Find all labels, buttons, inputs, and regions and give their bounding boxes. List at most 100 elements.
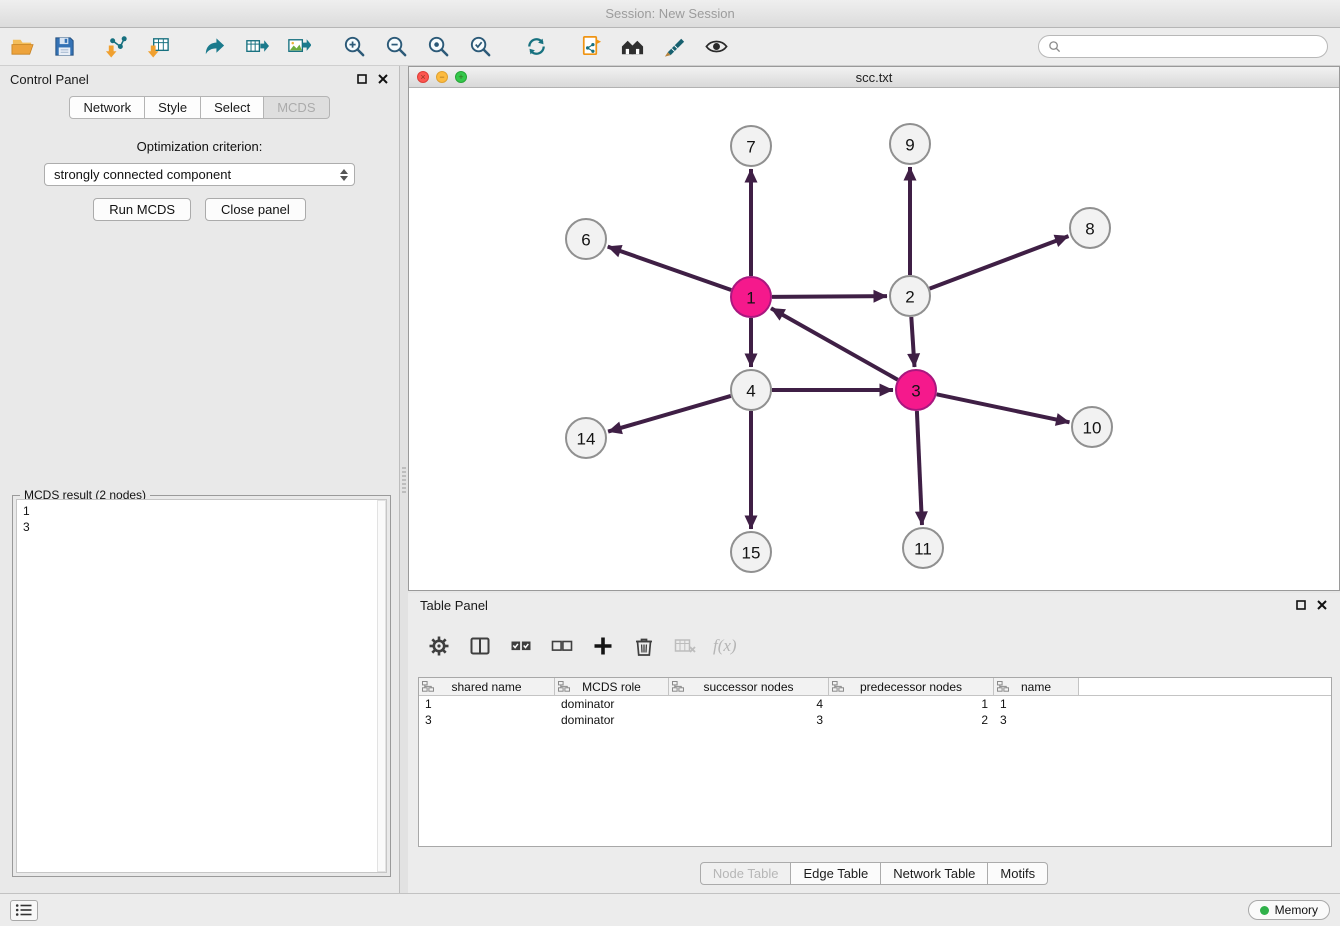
column-chooser-icon[interactable] [467,633,493,659]
save-icon[interactable] [50,33,78,61]
network-canvas[interactable]: 7 9 6 8 1 2 3 4 10 14 15 11 [409,88,1339,590]
svg-text:8: 8 [1085,220,1094,239]
status-list-button[interactable] [10,900,38,921]
run-mcds-button[interactable]: Run MCDS [93,198,191,221]
application-window: Session: New Session [0,0,1340,926]
column-header-shared-name[interactable]: shared name [419,678,555,695]
memory-button[interactable]: Memory [1248,900,1330,920]
tab-motifs[interactable]: Motifs [988,862,1048,885]
zoom-out-icon[interactable] [382,33,410,61]
maximize-window-button[interactable]: + [455,71,467,83]
tab-select[interactable]: Select [201,96,264,119]
delete-table-icon[interactable] [672,633,698,659]
edge-1-6[interactable] [608,247,732,290]
node-14[interactable]: 14 [566,418,606,458]
cell-name[interactable]: 3 [994,713,1079,727]
cell-mcds-role[interactable]: dominator [555,713,669,727]
column-header-predecessor-nodes[interactable]: predecessor nodes [829,678,994,695]
edge-2-8[interactable] [930,236,1069,289]
cell-mcds-role[interactable]: dominator [555,697,669,711]
deselect-all-icon[interactable] [549,633,575,659]
edge-3-1[interactable] [771,308,898,379]
add-row-icon[interactable] [590,633,616,659]
close-panel-button[interactable]: Close panel [205,198,306,221]
cell-shared-name[interactable]: 1 [419,697,555,711]
edge-4-14[interactable] [608,396,731,432]
node-15[interactable]: 15 [731,532,771,572]
mcds-result-box: MCDS result (2 nodes) 13 [12,495,391,877]
mcds-result-list[interactable]: 13 [16,499,387,873]
edge-2-3[interactable] [911,317,914,367]
tab-mcds[interactable]: MCDS [264,96,329,119]
cell-successor-nodes[interactable]: 3 [669,713,829,727]
zoom-selected-icon[interactable] [466,33,494,61]
column-header-successor-nodes[interactable]: successor nodes [669,678,829,695]
node-2[interactable]: 2 [890,276,930,316]
cell-successor-nodes[interactable]: 4 [669,697,829,711]
node-3[interactable]: 3 [896,370,936,410]
close-panel-icon[interactable] [377,73,389,85]
column-header-mcds-role[interactable]: MCDS role [555,678,669,695]
copy-document-icon[interactable] [576,33,604,61]
tab-network[interactable]: Network [69,96,145,119]
search-field[interactable] [1038,35,1328,58]
search-input[interactable] [1066,39,1318,54]
zoom-fit-icon[interactable] [424,33,452,61]
node-7[interactable]: 7 [731,126,771,166]
tab-style[interactable]: Style [145,96,201,119]
status-bar: Memory [0,893,1340,926]
node-10[interactable]: 10 [1072,407,1112,447]
result-scrollbar[interactable] [377,500,386,872]
eye-icon[interactable] [702,33,730,61]
select-all-icon[interactable] [508,633,534,659]
tab-network-table[interactable]: Network Table [881,862,988,885]
float-table-panel-icon[interactable] [1295,599,1307,611]
svg-text:9: 9 [905,136,914,155]
settings-gear-icon[interactable] [426,633,452,659]
table-row[interactable]: 3dominator323 [419,712,1331,728]
edge-3-11[interactable] [917,411,922,525]
criterion-dropdown[interactable]: strongly connected component [44,163,355,186]
delete-row-icon[interactable] [631,633,657,659]
cell-shared-name[interactable]: 3 [419,713,555,727]
cell-predecessor-nodes[interactable]: 1 [829,697,994,711]
node-1[interactable]: 1 [731,277,771,317]
table-row[interactable]: 1dominator411 [419,696,1331,712]
close-window-button[interactable]: × [417,71,429,83]
export-table-icon[interactable] [242,33,270,61]
export-network-icon[interactable] [200,33,228,61]
network-window-title: scc.txt [856,70,893,85]
panel-divider[interactable] [400,66,408,893]
float-panel-icon[interactable] [356,73,368,85]
column-tree-icon [832,681,844,692]
node-8[interactable]: 8 [1070,208,1110,248]
node-11[interactable]: 11 [903,528,943,568]
svg-text:15: 15 [742,544,761,563]
close-table-panel-icon[interactable] [1316,599,1328,611]
column-tree-icon [558,681,570,692]
cell-predecessor-nodes[interactable]: 2 [829,713,994,727]
cell-name[interactable]: 1 [994,697,1079,711]
node-4[interactable]: 4 [731,370,771,410]
export-image-icon[interactable] [284,33,312,61]
node-9[interactable]: 9 [890,124,930,164]
network-window: × − + scc.txt 7 9 6 8 1 2 3 4 10 14 15 11 [408,66,1340,591]
column-header-name[interactable]: name [994,678,1079,695]
tab-node-table[interactable]: Node Table [700,862,792,885]
zoom-in-icon[interactable] [340,33,368,61]
svg-text:2: 2 [905,288,914,307]
edge-1-2[interactable] [772,296,887,297]
edge-3-10[interactable] [937,394,1070,422]
first-neighbors-icon[interactable] [618,33,646,61]
column-tree-icon [672,681,684,692]
tab-edge-table[interactable]: Edge Table [791,862,881,885]
refresh-icon[interactable] [522,33,550,61]
import-table-icon[interactable] [144,33,172,61]
function-builder-icon[interactable]: f(x) [713,636,737,656]
memory-status-icon [1260,906,1269,915]
import-network-icon[interactable] [102,33,130,61]
minimize-window-button[interactable]: − [436,71,448,83]
node-6[interactable]: 6 [566,219,606,259]
open-folder-icon[interactable] [8,33,36,61]
graphics-details-icon[interactable] [660,33,688,61]
